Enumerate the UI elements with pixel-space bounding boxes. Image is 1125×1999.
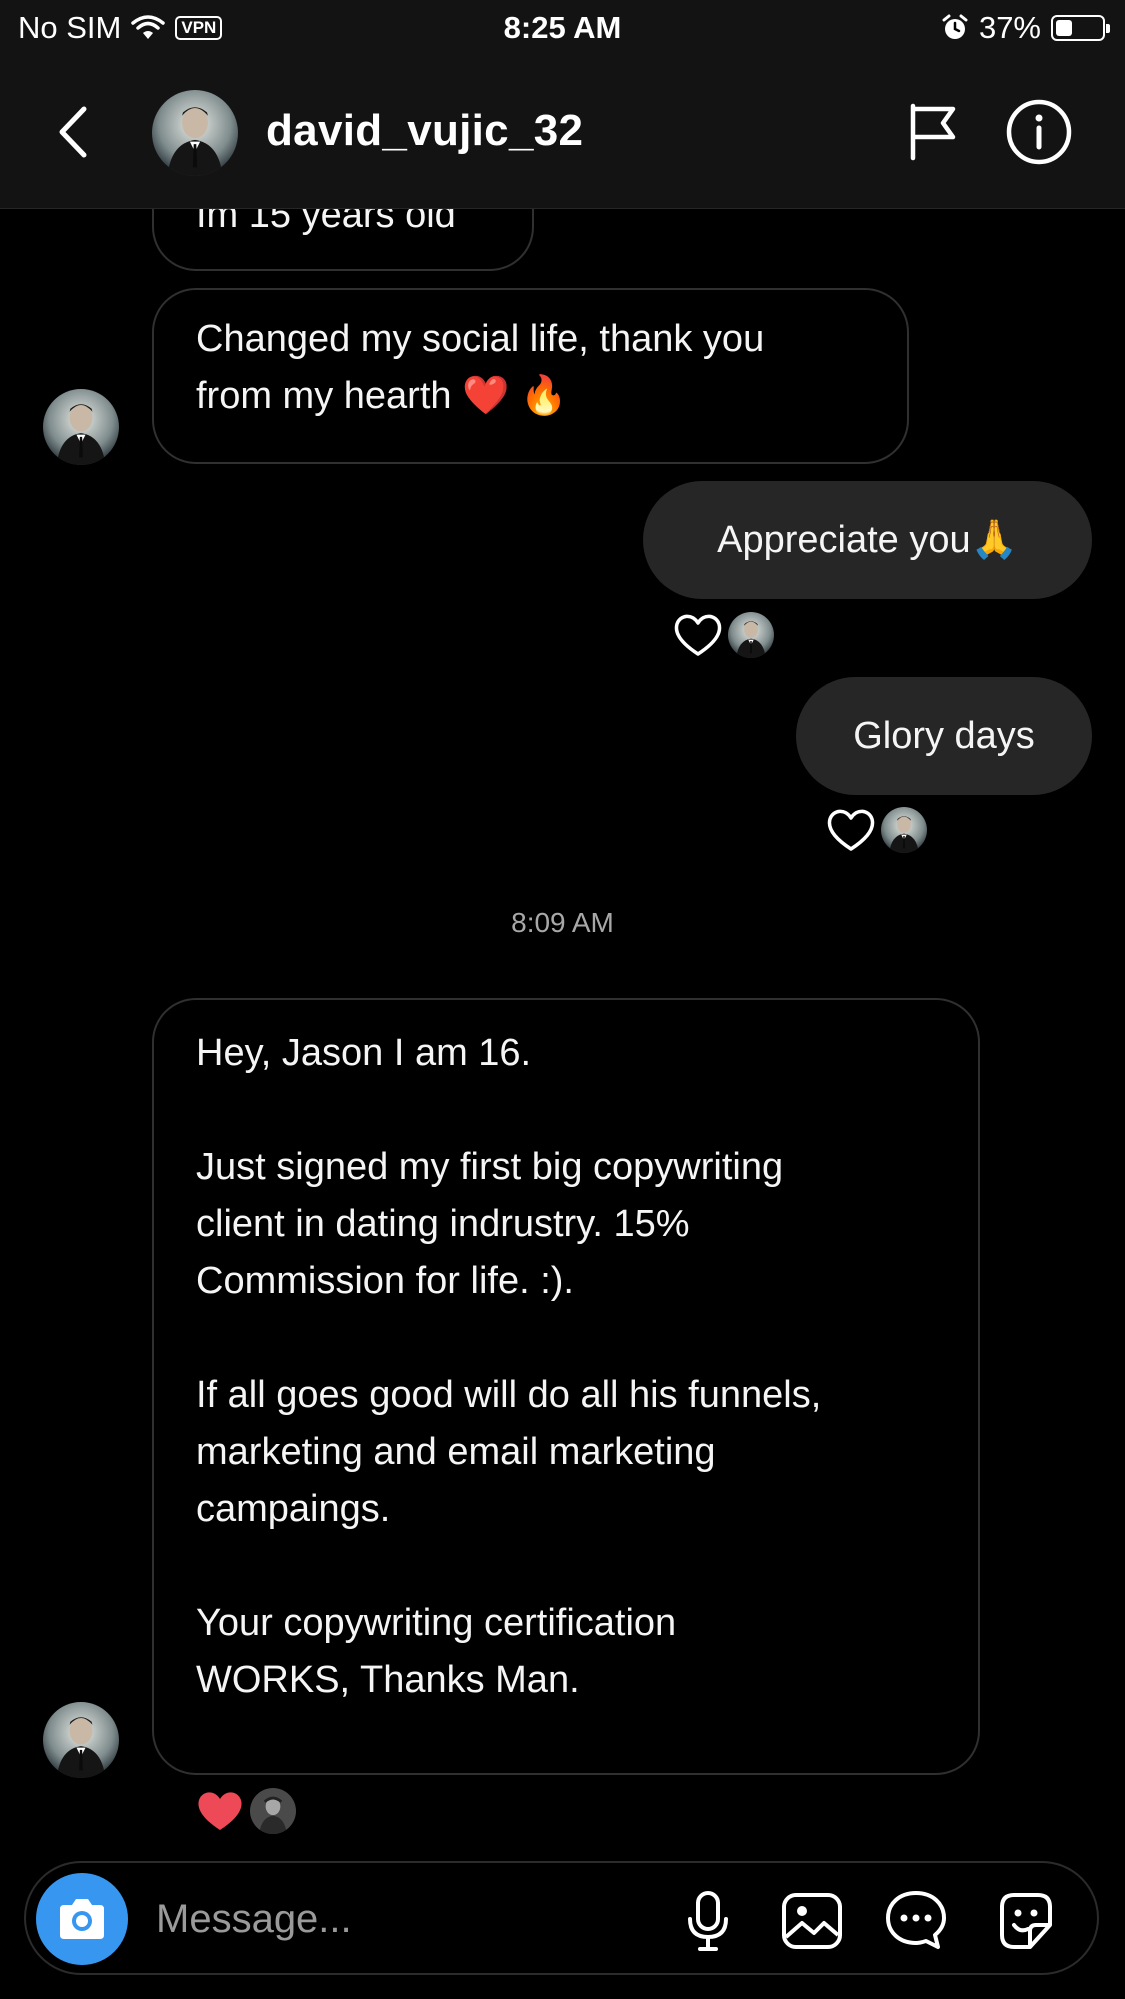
reactor-avatar [250,1788,296,1834]
reactor-avatar [881,807,927,853]
message-thread[interactable]: Im 15 years old Changed my social life, … [0,209,1125,1854]
battery-icon [1051,15,1110,41]
reactor-avatar [728,612,774,658]
heart-outline-icon [674,614,722,656]
message-line: from my hearth ❤️ 🔥 [196,375,568,417]
header-username[interactable]: david_vujic_32 [266,106,583,156]
message-bubble-incoming[interactable]: Hey, Jason I am 16. Just signed my first… [152,998,980,1775]
info-button[interactable] [1005,98,1073,166]
timestamp: 8:09 AM [511,907,614,938]
microphone-icon [688,1891,728,1951]
message-composer [24,1861,1099,1975]
gallery-icon [782,1893,842,1949]
message-bubble-incoming[interactable]: Changed my social life, thank you from m… [152,288,909,464]
message-bubble-partial[interactable]: Im 15 years old [152,209,534,271]
sender-avatar[interactable] [43,389,119,465]
battery-fill [1056,20,1072,36]
back-arrow-icon [59,106,87,158]
status-bar: No SIM VPN 8:25 AM 37% [0,0,1125,56]
microphone-button[interactable] [676,1889,740,1953]
chat-header: david_vujic_32 [0,56,1125,209]
reaction-row[interactable] [194,1787,296,1835]
message-input[interactable] [154,1885,638,1953]
message-line: WORKS, Thanks Man. [196,1659,580,1701]
message-text: Appreciate you🙏 [717,519,1018,561]
gallery-button[interactable] [780,1889,844,1953]
heart-filled-icon [198,1792,242,1830]
camera-icon [60,1899,104,1939]
reaction-row[interactable] [672,611,774,659]
message-text: Im 15 years old [196,209,456,236]
sticker-icon [1000,1893,1052,1949]
heart-outline-icon [827,809,875,851]
chat-bubble-icon [886,1891,946,1949]
message-line: Just signed my first big copywriting [196,1146,784,1188]
message-bubble-outgoing[interactable]: Glory days [796,677,1092,795]
message-line: Hey, Jason I am 16. [196,1032,532,1074]
message-bubble-outgoing[interactable]: Appreciate you🙏 [643,481,1092,599]
info-icon [1006,99,1072,165]
message-line: campaings. [196,1488,391,1530]
header-avatar[interactable] [152,90,238,176]
message-line: Your copywriting certification [196,1602,677,1644]
camera-button[interactable] [36,1873,128,1965]
message-text: Glory days [853,714,1035,757]
alarm-icon [942,14,968,39]
message-line: If all goes good will do all his funnels… [196,1374,822,1416]
report-flag-button[interactable] [905,102,961,162]
message-line: Changed my social life, thank you [196,318,765,360]
sticker-button[interactable] [994,1889,1058,1953]
message-line: Commission for life. :). [196,1260,574,1302]
message-line: marketing and email marketing [196,1431,716,1473]
chat-button[interactable] [884,1889,948,1953]
sender-avatar[interactable] [43,1702,119,1778]
back-button[interactable] [50,101,102,163]
battery-percent: 37% [978,10,1041,45]
reaction-row[interactable] [825,806,927,854]
message-line: client in dating indrustry. 15% [196,1203,690,1245]
flag-icon [910,103,956,161]
